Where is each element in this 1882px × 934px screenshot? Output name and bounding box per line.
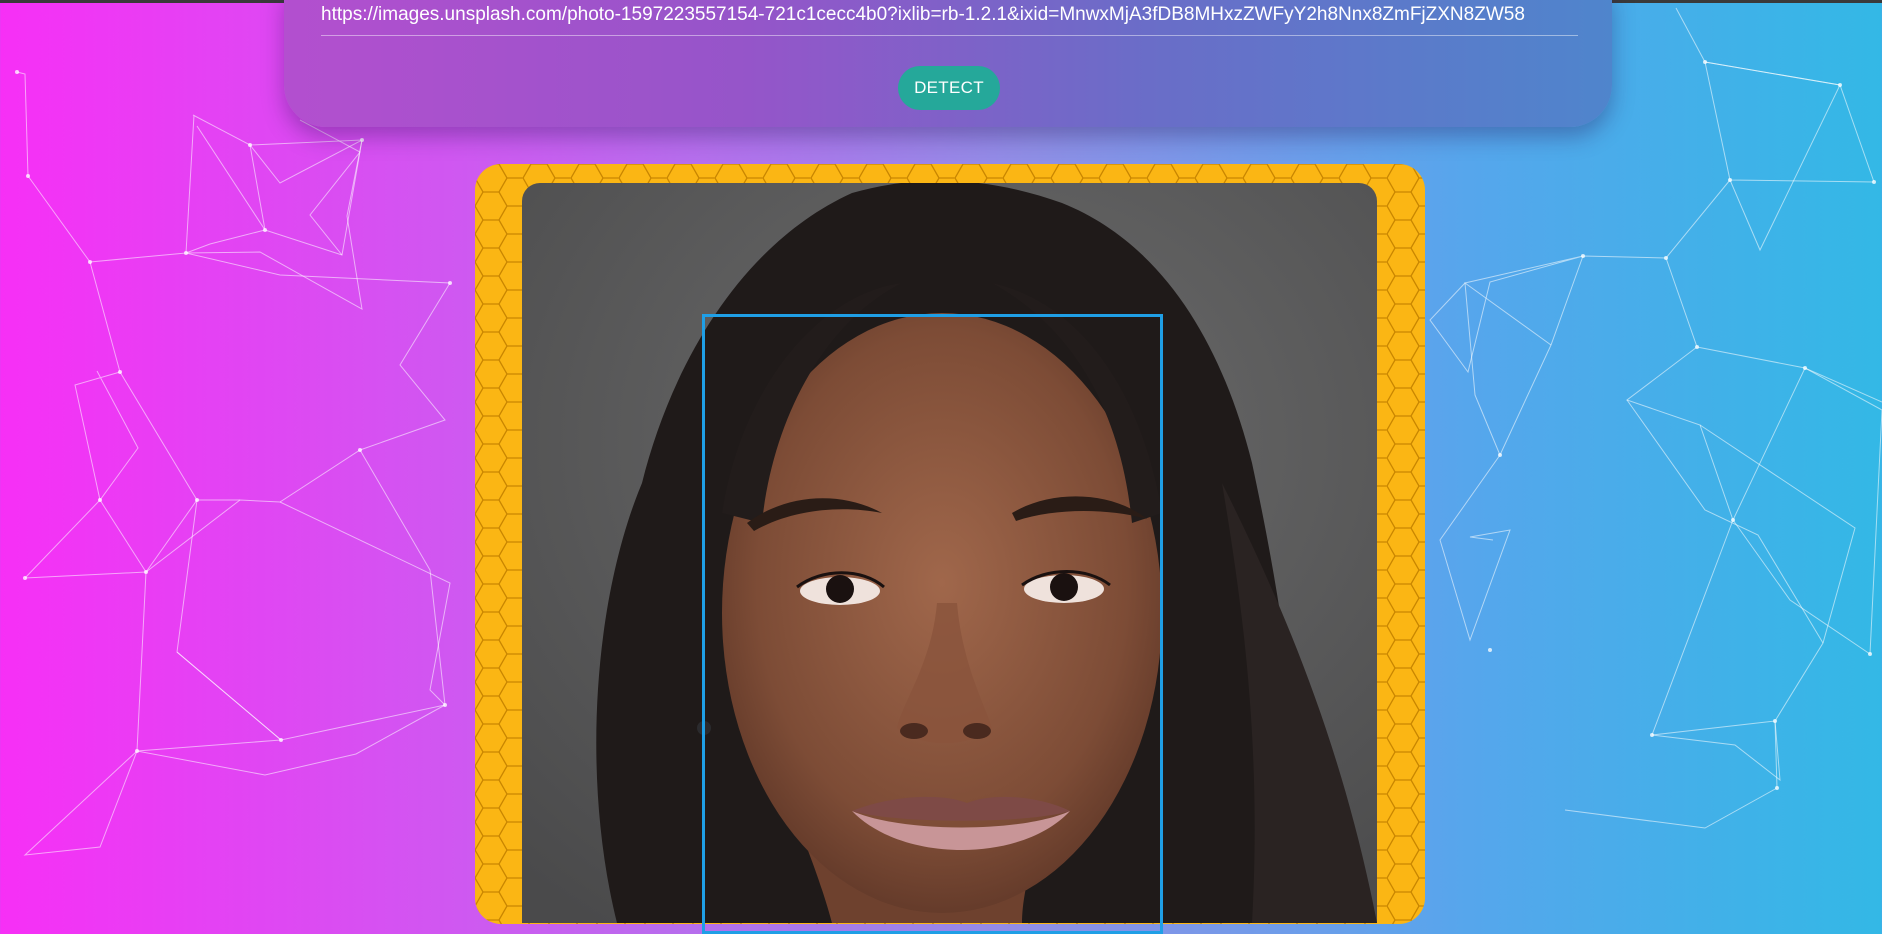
image-url-input[interactable]: https://images.unsplash.com/photo-159722…: [321, 2, 1583, 28]
url-input-panel: https://images.unsplash.com/photo-159722…: [284, 0, 1612, 127]
detect-button[interactable]: DETECT: [898, 66, 1000, 110]
face-detection-box: [702, 314, 1163, 934]
url-input-underline: [321, 35, 1578, 36]
